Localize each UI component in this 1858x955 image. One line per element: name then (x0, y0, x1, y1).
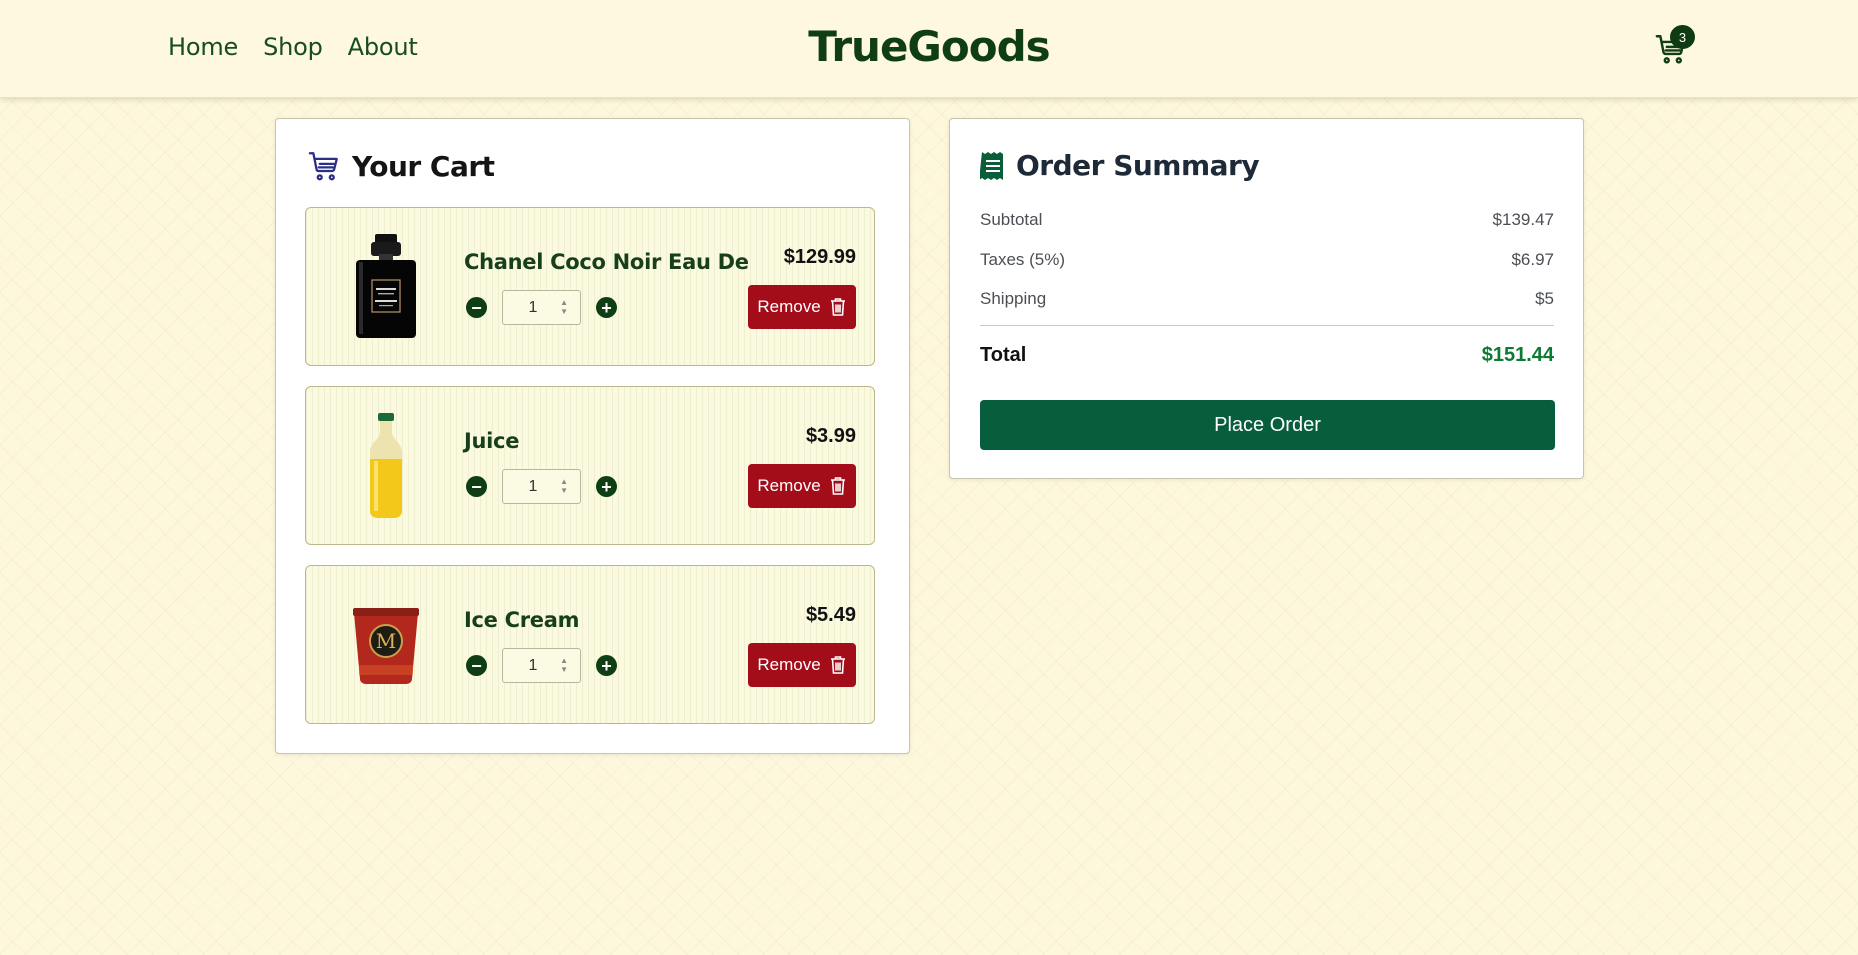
summary-divider (980, 325, 1554, 326)
shipping-label: Shipping (980, 289, 1047, 308)
plus-icon: + (601, 297, 612, 318)
item-price: $3.99 (805, 425, 856, 447)
item-price: $5.49 (805, 604, 856, 626)
quantity-stepper: − 1 ▲ ▼ + (466, 290, 617, 325)
decrease-quantity-button[interactable]: − (466, 297, 487, 318)
remove-label: Remove (757, 297, 821, 316)
minus-icon: − (471, 297, 482, 318)
subtotal-row: Subtotal $139.47 (980, 210, 1554, 230)
spinner-arrows-icon[interactable]: ▲ ▼ (560, 298, 568, 316)
total-label: Total (980, 344, 1027, 366)
svg-text:M: M (376, 629, 396, 653)
order-summary-panel: Order Summary Subtotal $139.47 Taxes (5%… (949, 118, 1584, 479)
minus-icon: − (471, 655, 482, 676)
decrease-quantity-button[interactable]: − (466, 655, 487, 676)
total-value: $151.44 (1481, 344, 1554, 366)
quantity-value: 1 (528, 478, 538, 495)
remove-item-button[interactable]: Remove (748, 285, 856, 329)
brand-logo[interactable]: TrueGoods (0, 22, 1858, 71)
item-name: Juice (464, 429, 520, 453)
item-name: Ice Cream (464, 608, 580, 632)
shipping-row: Shipping $5 (980, 289, 1554, 309)
cart-item: Juice − 1 ▲ ▼ + $3.99 Remove (305, 386, 875, 545)
quantity-value: 1 (528, 657, 538, 674)
trash-icon (830, 477, 845, 495)
taxes-label: Taxes (5%) (980, 250, 1066, 269)
ice-cream-tub-image: M (346, 581, 426, 709)
quantity-input[interactable]: 1 ▲ ▼ (502, 469, 581, 504)
remove-label: Remove (757, 655, 821, 674)
remove-item-button[interactable]: Remove (748, 643, 856, 687)
cart-item: Chanel Coco Noir Eau De − 1 ▲ ▼ + $129.99… (305, 207, 875, 366)
cart-heading: Your Cart (306, 149, 495, 183)
spinner-arrows-icon[interactable]: ▲ ▼ (560, 477, 568, 495)
decrease-quantity-button[interactable]: − (466, 476, 487, 497)
increase-quantity-button[interactable]: + (596, 476, 617, 497)
spinner-arrows-icon[interactable]: ▲ ▼ (560, 656, 568, 674)
subtotal-label: Subtotal (980, 210, 1043, 229)
minus-icon: − (471, 476, 482, 497)
shipping-value: $5 (1535, 289, 1554, 308)
shopping-cart-icon (308, 152, 338, 181)
cart-title: Your Cart (352, 149, 495, 183)
plus-icon: + (601, 655, 612, 676)
remove-item-button[interactable]: Remove (748, 464, 856, 508)
quantity-input[interactable]: 1 ▲ ▼ (502, 290, 581, 325)
quantity-stepper: − 1 ▲ ▼ + (466, 648, 617, 683)
juice-bottle-image (346, 402, 426, 530)
taxes-value: $6.97 (1511, 250, 1554, 269)
trash-icon (830, 298, 845, 316)
cart-item: M Ice Cream − 1 ▲ ▼ + $5.49 Remove (305, 565, 875, 724)
increase-quantity-button[interactable]: + (596, 297, 617, 318)
plus-icon: + (601, 476, 612, 497)
site-header: Home Shop About TrueGoods 3 (0, 0, 1858, 98)
quantity-input[interactable]: 1 ▲ ▼ (502, 648, 581, 683)
place-order-button[interactable]: Place Order (980, 400, 1555, 450)
trash-icon (830, 656, 845, 674)
subtotal-value: $139.47 (1492, 210, 1554, 229)
receipt-icon (980, 151, 1003, 180)
quantity-value: 1 (528, 299, 538, 316)
item-name: Chanel Coco Noir Eau De (464, 250, 749, 274)
item-price: $129.99 (783, 246, 856, 268)
quantity-stepper: − 1 ▲ ▼ + (466, 469, 617, 504)
perfume-bottle-image (346, 223, 426, 351)
remove-label: Remove (757, 476, 821, 495)
increase-quantity-button[interactable]: + (596, 655, 617, 676)
total-row: Total $151.44 (980, 344, 1554, 367)
cart-panel: Your Cart Chanel Coco Noir Eau De − 1 ▲ … (275, 118, 910, 754)
summary-heading: Order Summary (980, 149, 1260, 182)
cart-count-badge: 3 (1670, 25, 1695, 49)
taxes-row: Taxes (5%) $6.97 (980, 250, 1554, 270)
summary-title: Order Summary (1016, 149, 1260, 182)
